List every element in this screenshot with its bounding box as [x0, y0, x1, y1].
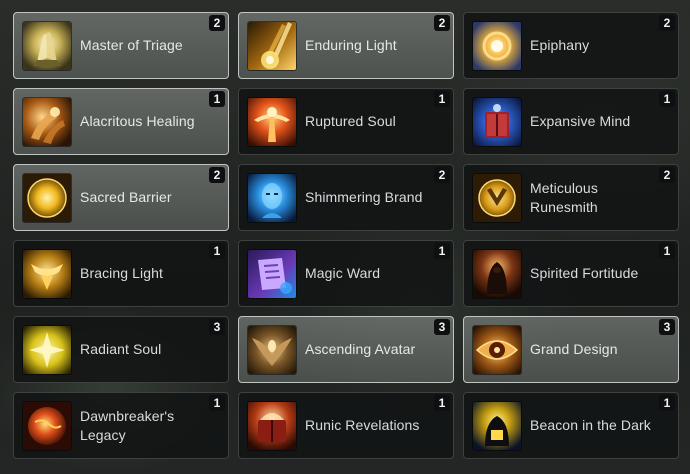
talent-card-spirited-fortitude[interactable]: Spirited Fortitude 1: [463, 240, 679, 307]
talent-card-alacritous-healing[interactable]: Alacritous Healing 1: [13, 88, 229, 155]
talent-card-bracing-light[interactable]: Bracing Light 1: [13, 240, 229, 307]
talent-card-magic-ward[interactable]: Magic Ward 1: [238, 240, 454, 307]
magic-scroll-icon: [248, 250, 296, 298]
golden-sun-icon: [23, 174, 71, 222]
rank-badge: 1: [209, 395, 225, 411]
hooded-figure-icon: [473, 250, 521, 298]
talent-grid: Master of Triage 2 Enduring Light 2 Epip…: [13, 12, 679, 468]
talent-name: Magic Ward: [305, 265, 381, 281]
rank-badge: 1: [659, 243, 675, 259]
talent-card-beacon-in-the-dark[interactable]: Beacon in the Dark 1: [463, 392, 679, 459]
talent-card-expansive-mind[interactable]: Expansive Mind 1: [463, 88, 679, 155]
radiant-burst-icon: [473, 22, 521, 70]
rank-badge: 1: [659, 395, 675, 411]
rank-badge: 1: [434, 395, 450, 411]
spectral-face-icon: [248, 174, 296, 222]
talent-card-ruptured-soul[interactable]: Ruptured Soul 1: [238, 88, 454, 155]
praying-hands-icon: [23, 22, 71, 70]
rank-badge: 3: [434, 319, 450, 335]
arcane-tome-icon: [473, 98, 521, 146]
rank-badge: 1: [659, 91, 675, 107]
rank-badge: 1: [209, 243, 225, 259]
talent-name: Dawnbreaker's Legacy: [80, 407, 175, 443]
rank-badge: 2: [434, 167, 450, 183]
talent-card-dawnbreakers-legacy[interactable]: Dawnbreaker's Legacy 1: [13, 392, 229, 459]
talent-card-epiphany[interactable]: Epiphany 2: [463, 12, 679, 79]
talent-card-sacred-barrier[interactable]: Sacred Barrier 2: [13, 164, 229, 231]
flaming-figure-icon: [248, 98, 296, 146]
talent-name: Ruptured Soul: [305, 113, 396, 129]
talent-name: Epiphany: [530, 37, 590, 53]
talent-name: Master of Triage: [80, 37, 183, 53]
golden-eye-icon: [473, 326, 521, 374]
talent-name: Shimmering Brand: [305, 189, 423, 205]
talent-card-meticulous-runesmith[interactable]: Meticulous Runesmith 2: [463, 164, 679, 231]
talent-card-ascending-avatar[interactable]: Ascending Avatar 3: [238, 316, 454, 383]
avatar-wings-icon: [248, 326, 296, 374]
rank-badge: 1: [209, 91, 225, 107]
talent-card-radiant-soul[interactable]: Radiant Soul 3: [13, 316, 229, 383]
rank-badge: 3: [659, 319, 675, 335]
talent-card-master-of-triage[interactable]: Master of Triage 2: [13, 12, 229, 79]
glowing-hands-icon: [23, 98, 71, 146]
talent-card-enduring-light[interactable]: Enduring Light 2: [238, 12, 454, 79]
light-crest-icon: [23, 250, 71, 298]
radiant-sigil-icon: [23, 326, 71, 374]
talent-name: Grand Design: [530, 341, 618, 357]
talent-card-grand-design[interactable]: Grand Design 3: [463, 316, 679, 383]
beacon-silhouette-icon: [473, 402, 521, 450]
rank-badge: 2: [209, 167, 225, 183]
talent-name: Spirited Fortitude: [530, 265, 639, 281]
lion-emblem-icon: [473, 174, 521, 222]
talent-name: Ascending Avatar: [305, 341, 416, 357]
talent-name: Sacred Barrier: [80, 189, 172, 205]
talent-name: Runic Revelations: [305, 417, 420, 433]
talent-name: Meticulous Runesmith: [530, 179, 598, 215]
talent-name: Expansive Mind: [530, 113, 631, 129]
talent-name: Enduring Light: [305, 37, 397, 53]
talent-card-runic-revelations[interactable]: Runic Revelations 1: [238, 392, 454, 459]
fire-orb-icon: [23, 402, 71, 450]
rank-badge: 2: [659, 167, 675, 183]
talent-name: Beacon in the Dark: [530, 417, 651, 433]
light-beam-icon: [248, 22, 296, 70]
rank-badge: 1: [434, 91, 450, 107]
rank-badge: 2: [434, 15, 450, 31]
rank-badge: 2: [209, 15, 225, 31]
rank-badge: 1: [434, 243, 450, 259]
rank-badge: 2: [659, 15, 675, 31]
talent-name: Radiant Soul: [80, 341, 162, 357]
glowing-tome-icon: [248, 402, 296, 450]
talent-name: Alacritous Healing: [80, 113, 195, 129]
talent-name: Bracing Light: [80, 265, 164, 281]
talent-card-shimmering-brand[interactable]: Shimmering Brand 2: [238, 164, 454, 231]
rank-badge: 3: [209, 319, 225, 335]
